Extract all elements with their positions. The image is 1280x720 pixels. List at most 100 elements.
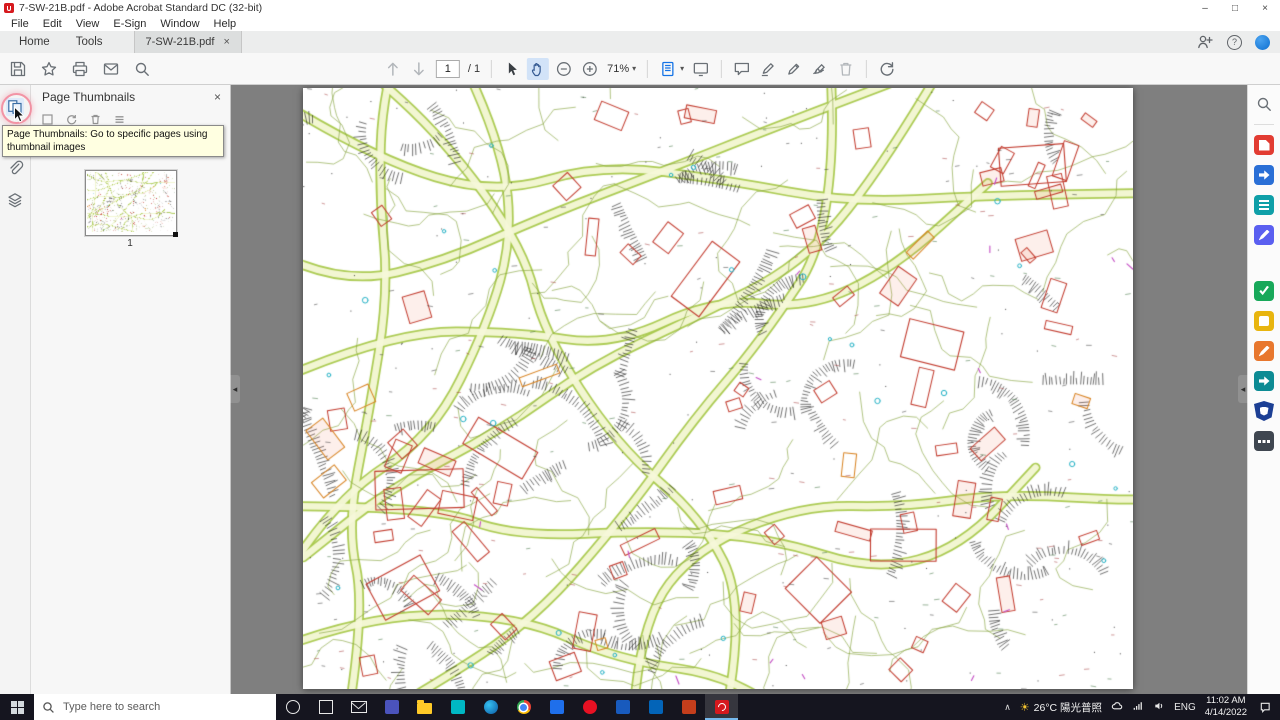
organize-pages-icon[interactable] xyxy=(1254,195,1274,215)
save-icon[interactable] xyxy=(9,60,27,78)
tray-expand-icon[interactable]: ∧ xyxy=(1004,702,1011,713)
create-pdf-icon[interactable] xyxy=(1254,135,1274,155)
chevron-down-icon: ▾ xyxy=(632,63,637,73)
acrobat-app-icon xyxy=(4,3,14,13)
zoom-out-icon[interactable] xyxy=(555,60,573,78)
select-tool-icon[interactable] xyxy=(503,60,521,78)
powerpoint-icon[interactable] xyxy=(672,694,705,720)
thumbnail-page-number: 1 xyxy=(127,238,133,249)
page-thumbnail[interactable] xyxy=(85,170,178,237)
photos-icon[interactable] xyxy=(540,694,573,720)
more-tools-icon[interactable] xyxy=(1254,431,1274,451)
redo-icon[interactable] xyxy=(878,60,896,78)
chrome-icon[interactable] xyxy=(507,694,540,720)
menu-edit[interactable]: Edit xyxy=(36,18,69,30)
start-button[interactable] xyxy=(0,694,34,720)
fill-sign-tool-icon[interactable] xyxy=(811,60,829,78)
scroll-mode-icon xyxy=(659,60,677,78)
sign-tool-icon[interactable] xyxy=(785,60,803,78)
share-icon[interactable] xyxy=(1196,33,1214,51)
tab-home[interactable]: Home xyxy=(6,31,63,53)
onedrive-cloud-icon[interactable] xyxy=(1111,700,1123,715)
panel-close-icon[interactable]: × xyxy=(214,90,221,104)
language-indicator[interactable]: ENG xyxy=(1174,702,1196,713)
page-thumbnails-icon[interactable] xyxy=(6,98,24,116)
hand-tool-selected[interactable] xyxy=(527,57,550,80)
tab-document[interactable]: 7-SW-21B.pdf × xyxy=(133,31,242,53)
cortana-icon[interactable] xyxy=(276,694,309,720)
pinned-apps xyxy=(276,694,738,720)
page-count-label: / 1 xyxy=(467,62,481,75)
help-icon[interactable]: ? xyxy=(1227,34,1242,50)
main-toolbar: / 1 71% ▾ xyxy=(0,53,1280,85)
attachments-paperclip-icon[interactable] xyxy=(6,159,24,177)
zoom-level-dropdown[interactable]: 71% ▾ xyxy=(607,63,636,75)
search-tool-icon[interactable] xyxy=(1254,94,1274,114)
tab-close-icon[interactable]: × xyxy=(223,36,229,48)
protect-icon[interactable] xyxy=(1254,401,1274,421)
page-thumbnails-panel: Page Thumbnails × 1 xyxy=(30,84,231,694)
find-icon[interactable] xyxy=(133,60,151,78)
delete-tool-icon[interactable] xyxy=(837,60,855,78)
zoom-level-label: 71% xyxy=(607,62,630,75)
minimize-button[interactable]: – xyxy=(1190,0,1220,16)
page-display-dropdown[interactable]: ▾ xyxy=(659,60,684,78)
fill-sign-icon[interactable] xyxy=(1254,341,1274,361)
weather-label: 26°C 陽光普照 xyxy=(1033,701,1103,714)
media-player-icon[interactable] xyxy=(573,694,606,720)
taskbar-search[interactable] xyxy=(34,694,276,720)
reading-mode-icon[interactable] xyxy=(692,60,710,78)
search-input[interactable] xyxy=(61,700,268,714)
tab-bar: Home Tools 7-SW-21B.pdf × ? xyxy=(0,31,1280,54)
page-thumbnail-image[interactable] xyxy=(87,172,175,232)
zoom-in-icon[interactable] xyxy=(581,60,599,78)
favorites-star-icon[interactable] xyxy=(40,60,58,78)
comment-tool-rail-icon[interactable] xyxy=(1254,311,1274,331)
menu-help[interactable]: Help xyxy=(207,18,244,30)
file-explorer-icon[interactable] xyxy=(408,694,441,720)
survey-map-drawing[interactable] xyxy=(303,88,1133,689)
word-icon[interactable] xyxy=(606,694,639,720)
export-pdf-icon[interactable] xyxy=(1254,165,1274,185)
menu-esign[interactable]: E-Sign xyxy=(106,18,153,30)
windows-taskbar: ∧ ☀ 26°C 陽光普照 ENG 11:02 AM 4/14/2022 xyxy=(0,694,1280,720)
windows-logo-icon xyxy=(10,700,24,714)
maximize-button[interactable]: □ xyxy=(1220,0,1250,16)
outlook-icon[interactable] xyxy=(639,694,672,720)
compress-pdf-icon[interactable] xyxy=(1254,371,1274,391)
acrobat-taskbar-icon[interactable] xyxy=(705,694,738,720)
tab-tools[interactable]: Tools xyxy=(63,31,116,53)
weather-widget[interactable]: ☀ 26°C 陽光普照 xyxy=(1020,700,1102,715)
user-avatar[interactable] xyxy=(1255,34,1270,50)
menu-window[interactable]: Window xyxy=(153,18,206,30)
teams-icon[interactable] xyxy=(375,694,408,720)
document-view-area[interactable]: ◂ ◂ xyxy=(230,84,1248,694)
thumbnails-tooltip: Page Thumbnails: Go to specific pages us… xyxy=(2,125,224,157)
mail-icon[interactable] xyxy=(342,694,375,720)
comment-tool-icon[interactable] xyxy=(733,60,751,78)
next-page-icon[interactable] xyxy=(410,60,428,78)
print-icon[interactable] xyxy=(71,60,89,78)
menu-view[interactable]: View xyxy=(69,18,107,30)
clock-widget[interactable]: 11:02 AM 4/14/2022 xyxy=(1205,695,1247,719)
edge-icon[interactable] xyxy=(474,694,507,720)
request-signatures-icon[interactable] xyxy=(1254,281,1274,301)
network-icon[interactable] xyxy=(1132,700,1144,715)
task-view-icon[interactable] xyxy=(309,694,342,720)
layers-icon[interactable] xyxy=(6,191,24,209)
email-icon[interactable] xyxy=(102,60,120,78)
page-number-input[interactable] xyxy=(435,59,460,78)
highlight-tool-icon[interactable] xyxy=(759,60,777,78)
volume-icon[interactable] xyxy=(1153,700,1165,715)
hand-tool-icon xyxy=(529,60,547,78)
close-button[interactable]: × xyxy=(1250,0,1280,16)
collapse-left-panel-handle[interactable]: ◂ xyxy=(230,375,240,403)
edit-pdf-icon[interactable] xyxy=(1254,225,1274,245)
store-icon[interactable] xyxy=(441,694,474,720)
thumbnail-resize-handle[interactable] xyxy=(173,232,178,237)
action-center-icon[interactable] xyxy=(1256,701,1274,713)
previous-page-icon[interactable] xyxy=(384,60,402,78)
expand-right-panel-handle[interactable]: ◂ xyxy=(1238,375,1248,403)
pdf-page[interactable] xyxy=(303,88,1133,689)
menu-file[interactable]: File xyxy=(4,18,36,30)
